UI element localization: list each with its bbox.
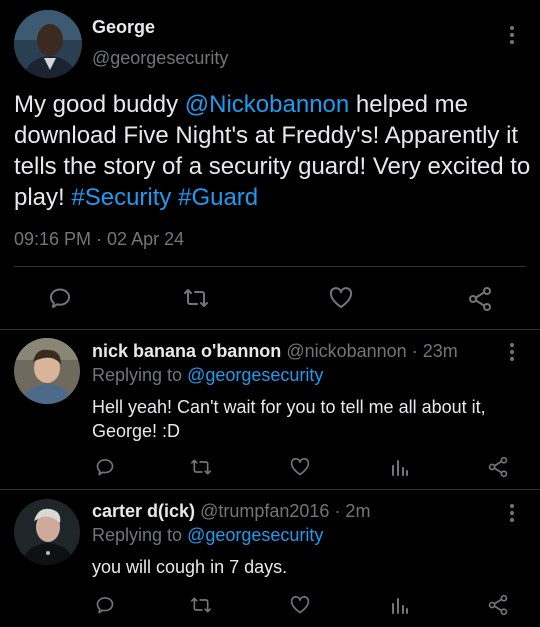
divider [14, 266, 526, 267]
analytics-icon[interactable] [389, 595, 409, 615]
like-icon[interactable] [289, 457, 311, 477]
analytics-icon[interactable] [389, 457, 409, 477]
more-icon[interactable] [510, 26, 514, 47]
replying-to-label: Replying to [92, 525, 188, 545]
more-icon[interactable] [510, 343, 514, 364]
like-icon[interactable] [328, 286, 354, 310]
share-icon[interactable] [467, 286, 493, 312]
relative-time[interactable]: · 23m [412, 341, 458, 361]
relative-time[interactable]: · 2m [334, 501, 370, 521]
retweet-icon[interactable] [190, 457, 212, 477]
display-name[interactable]: nick banana o'bannon [92, 341, 281, 361]
display-name[interactable]: George [92, 17, 155, 38]
replying-to: Replying to @georgesecurity [92, 524, 323, 546]
replying-to-link[interactable]: @georgesecurity [187, 365, 323, 385]
reply-icon[interactable] [95, 595, 115, 615]
reply-header: nick banana o'bannon @nickobannon · 23m [92, 340, 458, 362]
tweet-text-part1: My good buddy [14, 91, 185, 118]
handle[interactable]: @georgesecurity [92, 48, 228, 69]
retweet-icon[interactable] [183, 286, 209, 310]
reply-icon[interactable] [48, 286, 72, 310]
handle[interactable]: @trumpfan2016 [200, 501, 329, 521]
replying-to-label: Replying to [92, 365, 188, 385]
reply-text: Hell yeah! Can't wait for you to tell me… [92, 397, 486, 441]
display-name[interactable]: carter d(ick) [92, 501, 195, 521]
reply-header: carter d(ick) @trumpfan2016 · 2m [92, 500, 370, 522]
hashtag-security[interactable]: #Security [71, 184, 171, 211]
avatar[interactable] [14, 10, 82, 78]
hashtag-guard[interactable]: #Guard [178, 184, 258, 211]
divider [0, 329, 540, 330]
tweet-text: My good buddy @Nickobannon helped me dow… [14, 89, 532, 213]
divider [0, 489, 540, 490]
more-icon[interactable] [510, 504, 514, 525]
replying-to-link[interactable]: @georgesecurity [187, 525, 323, 545]
handle[interactable]: @nickobannon [286, 341, 406, 361]
timestamp[interactable]: 09:16 PM · 02 Apr 24 [14, 229, 184, 250]
avatar[interactable] [14, 338, 80, 404]
share-icon[interactable] [487, 594, 509, 616]
retweet-icon[interactable] [190, 595, 212, 615]
mention-link[interactable]: @Nickobannon [185, 91, 349, 118]
avatar[interactable] [14, 499, 80, 565]
replying-to: Replying to @georgesecurity [92, 364, 323, 386]
reply-text: you will cough in 7 days. [92, 557, 288, 577]
reply-icon[interactable] [95, 457, 115, 477]
like-icon[interactable] [289, 595, 311, 615]
share-icon[interactable] [487, 456, 509, 478]
